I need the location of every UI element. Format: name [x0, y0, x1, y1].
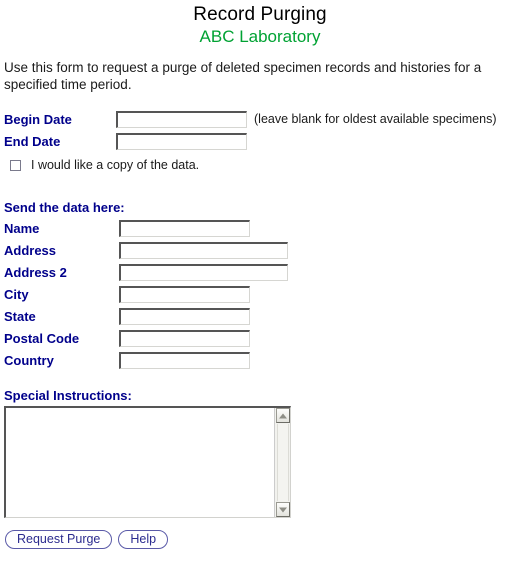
city-row: City [4, 283, 516, 305]
copy-data-row[interactable]: I would like a copy of the data. [10, 158, 516, 172]
copy-data-checkbox[interactable] [10, 159, 21, 171]
end-date-input[interactable] [116, 132, 247, 150]
special-instructions-textarea[interactable] [6, 408, 275, 517]
country-label: Country [4, 352, 54, 368]
send-data-section: Send the data here: Name Address Address… [4, 200, 516, 371]
copy-data-label: I would like a copy of the data. [31, 158, 200, 172]
special-instructions-box [4, 406, 291, 518]
address-input[interactable] [119, 241, 288, 259]
page-header: Record Purging ABC Laboratory [0, 0, 520, 48]
address-label: Address [4, 242, 57, 258]
special-instructions-section: Special Instructions: [4, 388, 304, 518]
address-row: Address [4, 239, 516, 261]
textarea-scrollbar[interactable] [274, 408, 290, 517]
help-button[interactable]: Help [118, 530, 169, 549]
state-row: State [4, 305, 516, 327]
begin-date-input[interactable] [116, 110, 247, 128]
page-title: Record Purging [193, 4, 327, 25]
city-input[interactable] [119, 285, 250, 303]
city-label: City [4, 286, 29, 302]
date-range-section: Begin Date (leave blank for oldest avail… [4, 108, 516, 172]
postal-code-label: Postal Code [4, 330, 80, 346]
begin-date-row: Begin Date (leave blank for oldest avail… [4, 108, 516, 130]
triangle-up-icon [279, 413, 287, 418]
name-input[interactable] [119, 219, 250, 237]
date-hint-text: (leave blank for oldest available specim… [254, 112, 497, 126]
address2-input[interactable] [119, 263, 288, 281]
state-label: State [4, 308, 36, 324]
request-purge-button[interactable]: Request Purge [5, 530, 113, 549]
name-row: Name [4, 217, 516, 239]
name-label: Name [4, 220, 40, 236]
triangle-down-icon [279, 507, 287, 512]
begin-date-label: Begin Date [4, 111, 72, 127]
address2-row: Address 2 [4, 261, 516, 283]
send-data-heading: Send the data here: [4, 200, 125, 215]
page-subtitle: ABC Laboratory [199, 27, 321, 46]
end-date-row: End Date [4, 130, 516, 152]
state-input[interactable] [119, 307, 250, 325]
scroll-up-button[interactable] [276, 408, 290, 423]
country-input[interactable] [119, 351, 250, 369]
special-instructions-heading: Special Instructions: [4, 388, 132, 403]
postal-code-input[interactable] [119, 329, 250, 347]
end-date-label: End Date [4, 133, 61, 149]
intro-paragraph: Use this form to request a purge of dele… [4, 60, 482, 92]
country-row: Country [4, 349, 516, 371]
scroll-down-button[interactable] [276, 502, 290, 517]
postal-code-row: Postal Code [4, 327, 516, 349]
address2-label: Address 2 [4, 264, 67, 280]
scrollbar-track[interactable] [277, 424, 289, 501]
form-actions: Request Purge Help [5, 530, 169, 549]
